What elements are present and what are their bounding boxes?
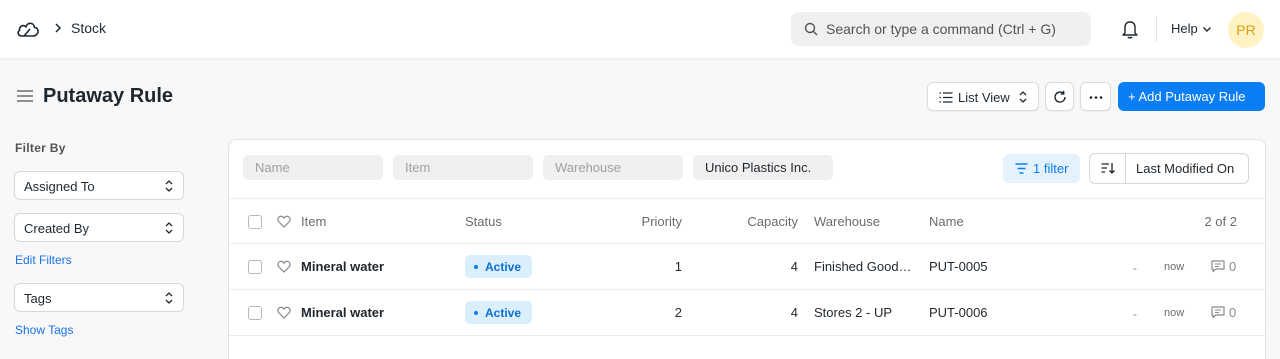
status-badge-label: Active <box>485 260 522 274</box>
item-filter-placeholder: Item <box>405 160 431 175</box>
tags-select[interactable]: Tags <box>14 283 184 312</box>
name-filter-field[interactable]: Name <box>243 155 383 180</box>
row-divider <box>229 335 1265 336</box>
ellipsis-icon <box>1089 96 1103 99</box>
row-item-link[interactable]: Mineral water <box>301 305 384 320</box>
sort-field-button[interactable]: Last Modified On <box>1136 161 1234 176</box>
page-title: Putaway Rule <box>43 85 174 107</box>
filter-button[interactable]: 1 filter <box>1003 154 1080 183</box>
up-down-icon <box>165 292 173 304</box>
column-header-warehouse[interactable]: Warehouse <box>814 214 880 229</box>
filter-by-heading: Filter By <box>15 141 66 155</box>
column-header-capacity[interactable]: Capacity <box>718 214 798 229</box>
filter-count-label: 1 filter <box>1033 161 1069 176</box>
row-capacity: 4 <box>790 259 798 274</box>
header-divider <box>229 243 1265 244</box>
row-divider <box>229 289 1265 290</box>
row-priority: 2 <box>674 305 682 320</box>
supplier-filter-value: Unico Plastics Inc. <box>705 160 812 175</box>
row-checkbox[interactable] <box>248 260 262 274</box>
search-input[interactable]: Search or type a command (Ctrl + G) <box>826 21 1056 37</box>
refresh-icon <box>1054 90 1066 103</box>
record-count: 2 of 2 <box>1204 214 1237 229</box>
filter-icon <box>1015 163 1028 174</box>
warehouse-filter-placeholder: Warehouse <box>555 160 621 175</box>
help-menu[interactable]: Help <box>1171 21 1198 36</box>
row-item-link[interactable]: Mineral water <box>301 259 384 274</box>
status-dot <box>474 265 478 269</box>
tags-label: Tags <box>24 291 52 306</box>
add-putaway-rule-button[interactable]: + Add Putaway Rule <box>1118 82 1265 111</box>
row-warehouse: Finished Good… <box>814 259 912 274</box>
column-header-item[interactable]: Item <box>301 214 326 229</box>
app-logo-icon[interactable] <box>16 19 40 39</box>
created-by-label: Created By <box>24 221 90 236</box>
navbar: Stock Search or type a command (Ctrl + G… <box>0 0 1280 59</box>
assigned-to-label: Assigned To <box>24 179 95 194</box>
heart-icon[interactable] <box>277 215 291 228</box>
column-header-priority[interactable]: Priority <box>612 214 682 229</box>
created-by-select[interactable]: Created By <box>14 213 184 242</box>
row-priority: 1 <box>674 259 682 274</box>
row-modified: now <box>1164 261 1185 273</box>
up-down-icon <box>165 180 173 192</box>
chevron-down-icon[interactable] <box>1202 26 1212 33</box>
column-header-name[interactable]: Name <box>929 214 964 229</box>
column-header-status[interactable]: Status <box>465 214 502 229</box>
row-comment-count: 0 <box>1229 305 1237 320</box>
item-filter-field[interactable]: Item <box>393 155 533 180</box>
row-assigned: - <box>1133 261 1137 275</box>
hamburger-icon[interactable] <box>16 89 34 103</box>
sort-order-button[interactable] <box>1090 154 1126 183</box>
chevron-right-icon <box>55 23 62 33</box>
row-assigned: - <box>1133 307 1137 321</box>
row-capacity: 4 <box>790 305 798 320</box>
warehouse-filter-field[interactable]: Warehouse <box>543 155 683 180</box>
row-modified: now <box>1164 307 1185 319</box>
select-all-checkbox[interactable] <box>248 215 262 229</box>
heart-icon[interactable] <box>277 260 291 273</box>
sort-control: Last Modified On <box>1089 153 1249 184</box>
list-view-button[interactable]: List View <box>927 82 1039 111</box>
comment-icon[interactable] <box>1211 260 1225 273</box>
supplier-filter-field[interactable]: Unico Plastics Inc. <box>693 155 833 180</box>
status-dot <box>474 311 478 315</box>
breadcrumb-stock[interactable]: Stock <box>71 20 106 36</box>
edit-filters-link[interactable]: Edit Filters <box>15 253 72 267</box>
heart-icon[interactable] <box>277 306 291 319</box>
assigned-to-select[interactable]: Assigned To <box>14 171 184 200</box>
up-down-icon <box>1019 91 1027 103</box>
up-down-icon <box>165 222 173 234</box>
list-view-label: List View <box>958 90 1010 105</box>
avatar[interactable]: PR <box>1228 12 1264 48</box>
navbar-divider <box>1156 16 1157 42</box>
search-bar[interactable]: Search or type a command (Ctrl + G) <box>791 12 1091 46</box>
sort-icon <box>1101 163 1115 174</box>
bell-icon[interactable] <box>1121 19 1139 39</box>
refresh-button[interactable] <box>1045 82 1074 111</box>
search-icon <box>804 22 818 36</box>
row-name: PUT-0006 <box>929 305 988 320</box>
list-icon <box>939 92 953 103</box>
show-tags-link[interactable]: Show Tags <box>15 323 73 337</box>
filter-row-divider <box>229 198 1265 199</box>
status-badge: Active <box>465 255 532 278</box>
row-comment-count: 0 <box>1229 259 1237 274</box>
status-badge-label: Active <box>485 306 522 320</box>
more-actions-button[interactable] <box>1080 82 1111 111</box>
row-warehouse: Stores 2 - UP <box>814 305 893 320</box>
comment-icon[interactable] <box>1211 306 1225 319</box>
name-filter-placeholder: Name <box>255 160 290 175</box>
add-putaway-rule-label: + Add Putaway Rule <box>1128 89 1246 104</box>
row-checkbox[interactable] <box>248 306 262 320</box>
row-name: PUT-0005 <box>929 259 988 274</box>
status-badge: Active <box>465 301 532 324</box>
